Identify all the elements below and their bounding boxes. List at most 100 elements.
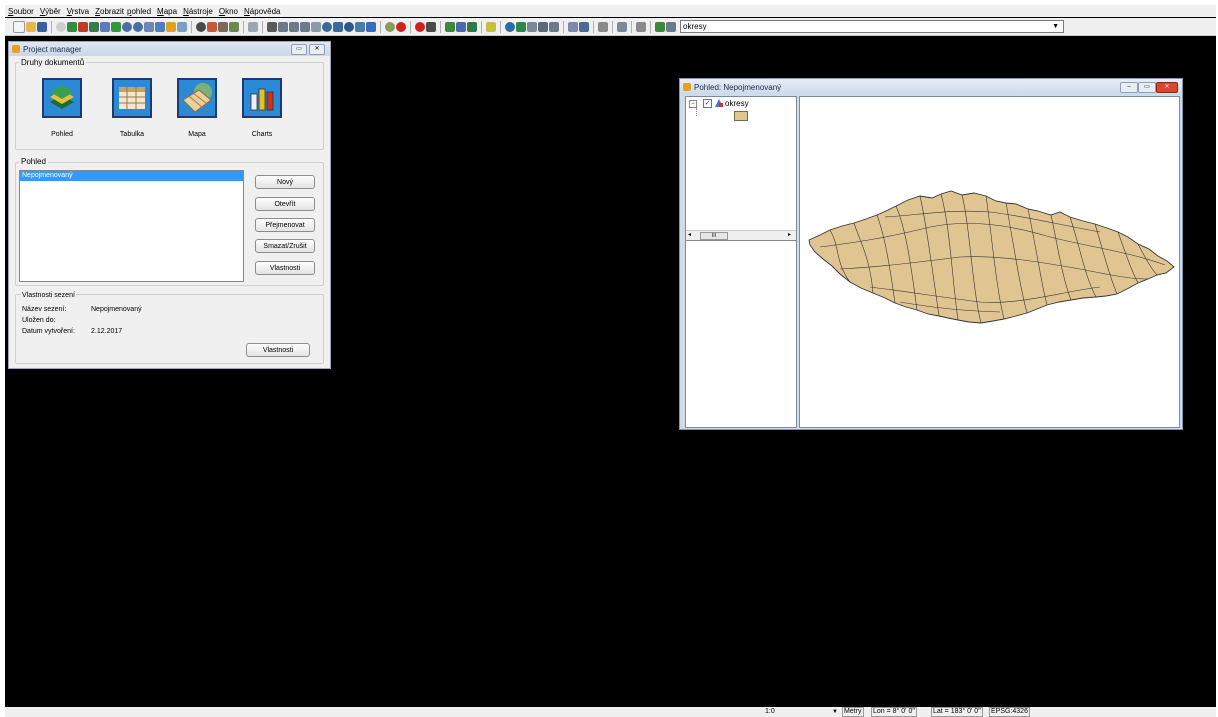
- toolbar-separator: [410, 20, 411, 33]
- zoom-full-icon[interactable]: [67, 21, 77, 32]
- catalog-icon[interactable]: [538, 21, 548, 32]
- frame-icon[interactable]: [177, 21, 187, 32]
- clear-selection-icon[interactable]: [366, 21, 376, 32]
- info-icon[interactable]: [196, 21, 206, 32]
- properties-icon[interactable]: [527, 21, 537, 32]
- menu-pohled[interactable]: pohled: [127, 7, 154, 16]
- view-window-titlebar[interactable]: Pohled: Nepojmenovaný – ▭ ✕: [680, 79, 1182, 95]
- doc-type-table-button[interactable]: [112, 78, 152, 118]
- menu-mapa[interactable]: Mapa: [154, 7, 180, 16]
- select-attribute-icon[interactable]: [333, 21, 343, 32]
- select-all-icon[interactable]: [344, 21, 354, 32]
- invert-selection-icon[interactable]: [355, 21, 365, 32]
- target-icon[interactable]: [396, 21, 406, 32]
- menu-napoveda[interactable]: Nápověda: [241, 7, 283, 16]
- layer-visibility-checkbox[interactable]: ✓: [703, 99, 712, 108]
- select-point-icon[interactable]: [278, 21, 288, 32]
- doc-type-view-button[interactable]: [42, 78, 82, 118]
- preview-icon[interactable]: [579, 21, 589, 32]
- layer-select-icon[interactable]: [666, 21, 676, 32]
- zoom-in-icon[interactable]: [122, 21, 132, 32]
- close-button[interactable]: ✕: [309, 44, 325, 55]
- scroll-thumb[interactable]: III: [700, 232, 728, 240]
- toc-layer-name[interactable]: okresy: [725, 99, 749, 108]
- zoom-out-icon[interactable]: [133, 21, 143, 32]
- collapse-icon[interactable]: −: [689, 100, 697, 108]
- toolbar-separator: [612, 20, 613, 33]
- zoom-previous-icon[interactable]: [144, 21, 154, 32]
- locator-icon[interactable]: [166, 21, 176, 32]
- session-date-label: Datum vytvoření:: [22, 328, 75, 335]
- maximize-button[interactable]: ▭: [1138, 82, 1156, 93]
- map-canvas[interactable]: [799, 96, 1180, 428]
- zoom-select-icon[interactable]: [100, 21, 110, 32]
- map-sheet-icon: [179, 80, 215, 116]
- new-view-button[interactable]: Nový: [255, 175, 315, 189]
- select-arrow-icon[interactable]: [267, 21, 277, 32]
- units-select[interactable]: Metry: [842, 707, 864, 717]
- chevron-down-icon[interactable]: ▼: [1052, 21, 1059, 32]
- toolbar-separator: [481, 20, 482, 33]
- doc-type-map-button[interactable]: [177, 78, 217, 118]
- warning-icon[interactable]: [415, 21, 425, 32]
- edit-layer-icon[interactable]: [655, 21, 665, 32]
- comment-icon[interactable]: [617, 21, 627, 32]
- globe-icon[interactable]: [505, 21, 515, 32]
- open-folder-icon[interactable]: [26, 21, 36, 32]
- grid-icon[interactable]: [549, 21, 559, 32]
- select-layer-icon[interactable]: [322, 21, 332, 32]
- menu-nastroje[interactable]: Nástroje: [180, 7, 216, 16]
- session-group-label: Vlastnosti sezení: [21, 292, 76, 299]
- area-icon[interactable]: [218, 21, 228, 32]
- settings-icon[interactable]: [385, 21, 395, 32]
- notes-icon[interactable]: [636, 21, 646, 32]
- layer-legend-swatch: [734, 111, 748, 121]
- doc-types-label: Druhy dokumentů: [19, 58, 87, 67]
- select-polygon-icon[interactable]: [300, 21, 310, 32]
- measure-icon[interactable]: [207, 21, 217, 32]
- open-view-button[interactable]: Otevřít: [255, 197, 315, 211]
- table-icon[interactable]: [456, 21, 466, 32]
- list-item[interactable]: Nepojmenovaný: [20, 171, 243, 181]
- zoom-layer-icon[interactable]: [89, 21, 99, 32]
- select-circle-icon[interactable]: [311, 21, 321, 32]
- print-icon[interactable]: [568, 21, 578, 32]
- views-list[interactable]: Nepojmenovaný: [19, 170, 244, 282]
- units-dropdown-icon[interactable]: ▼: [832, 707, 838, 717]
- hyperlink-icon[interactable]: [229, 21, 239, 32]
- tools-icon[interactable]: [426, 21, 436, 32]
- menu-vrstva[interactable]: Vrstva: [64, 7, 92, 16]
- view-properties-button[interactable]: Vlastnosti: [255, 261, 315, 275]
- rename-view-button[interactable]: Přejmenovat: [255, 218, 315, 232]
- edit-vertex-icon[interactable]: [486, 21, 496, 32]
- layer-select-combo[interactable]: okresy ▼: [680, 20, 1064, 33]
- graphic-icon[interactable]: [248, 21, 258, 32]
- minimize-button[interactable]: –: [1120, 82, 1138, 93]
- scroll-left-icon[interactable]: ◂: [688, 231, 691, 238]
- doc-type-charts-button[interactable]: [242, 78, 282, 118]
- menu-soubor[interactable]: Soubor: [5, 7, 37, 16]
- zoom-next-icon[interactable]: [155, 21, 165, 32]
- menu-okno[interactable]: Okno: [216, 7, 241, 16]
- new-file-icon[interactable]: [13, 20, 25, 33]
- save-icon[interactable]: [37, 21, 47, 32]
- app-logo-icon: [683, 83, 691, 91]
- close-button[interactable]: ✕: [1156, 82, 1178, 93]
- layers-icon[interactable]: [111, 21, 121, 32]
- layout-icon[interactable]: [598, 21, 608, 32]
- scroll-right-icon[interactable]: ▸: [788, 231, 791, 238]
- anchor-icon[interactable]: [467, 21, 477, 32]
- delete-view-button[interactable]: Smazat/Zrušit: [255, 239, 315, 253]
- add-layer-icon[interactable]: [445, 21, 455, 32]
- restore-button[interactable]: ▭: [291, 44, 307, 55]
- select-rect-icon[interactable]: [289, 21, 299, 32]
- project-manager-titlebar[interactable]: Project manager ▭ ✕: [9, 42, 330, 56]
- menu-zobrazit[interactable]: Zobrazit: [92, 7, 127, 16]
- toolbar-separator: [650, 20, 651, 33]
- view-window-title: Pohled: Nepojmenovaný: [694, 82, 782, 92]
- session-properties-button[interactable]: Vlastnosti: [246, 343, 310, 357]
- pan-hand-icon[interactable]: [56, 21, 66, 32]
- menu-vyber[interactable]: Výběr: [37, 7, 64, 16]
- legend-icon[interactable]: [516, 21, 526, 32]
- zoom-extent-icon[interactable]: [78, 21, 88, 32]
